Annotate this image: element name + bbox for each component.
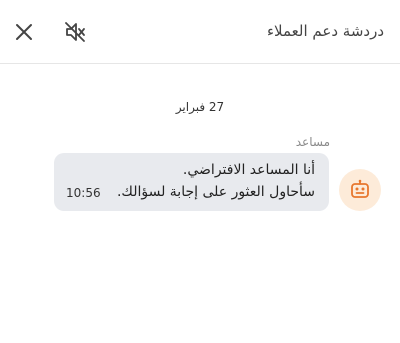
speaker-muted-icon bbox=[65, 22, 85, 42]
message-text-line: سأحاول العثور على إجابة لسؤالك. bbox=[116, 184, 315, 200]
message-sender: مساعد bbox=[295, 135, 330, 149]
close-icon bbox=[16, 24, 32, 40]
message-text-line: أنا المساعد الافتراضي. bbox=[182, 162, 315, 178]
bot-icon bbox=[351, 179, 369, 198]
message-timestamp: 10:56 bbox=[66, 186, 101, 200]
chat-title: دردشة دعم العملاء bbox=[266, 22, 384, 40]
mute-button[interactable] bbox=[62, 19, 88, 45]
chat-header: دردشة دعم العملاء bbox=[0, 0, 400, 64]
close-button[interactable] bbox=[12, 20, 36, 44]
avatar bbox=[339, 169, 381, 211]
date-separator: 27 فبراير bbox=[175, 100, 225, 114]
message-bubble: أنا المساعد الافتراضي. سأحاول العثور على… bbox=[54, 153, 329, 211]
